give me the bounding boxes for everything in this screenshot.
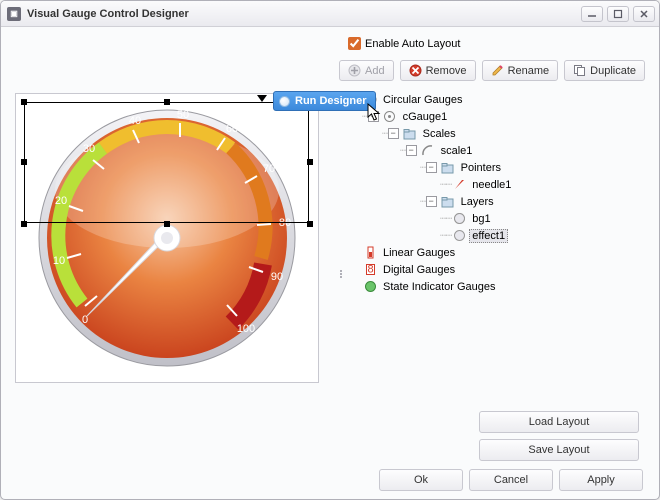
layer-icon: [452, 229, 466, 243]
linear-gauge-icon: [363, 246, 377, 260]
resize-handle-n[interactable]: [164, 99, 170, 105]
remove-icon: [409, 64, 422, 77]
run-designer-bullet-icon: [279, 96, 290, 107]
tree-node-layers[interactable]: ┈ − Layers: [348, 193, 643, 210]
tree-node-scale1[interactable]: ┈ − scale1: [348, 142, 643, 159]
svg-text:90: 90: [271, 271, 283, 283]
auto-layout-label: Enable Auto Layout: [365, 38, 460, 50]
preview-column: 0 10 20 30 40 50 60 70 80 90 100: [13, 87, 338, 461]
tree-node-needle1[interactable]: ┈┈ needle1: [348, 176, 643, 193]
folder-icon: [441, 161, 455, 175]
svg-text:8: 8: [367, 264, 373, 276]
ok-button[interactable]: Ok: [379, 469, 463, 491]
gauge-preview[interactable]: 0 10 20 30 40 50 60 70 80 90 100: [15, 93, 319, 383]
duplicate-icon: [573, 64, 586, 77]
resize-handle-se[interactable]: [307, 221, 313, 227]
tree-node-effect1[interactable]: ┈┈ effect1: [348, 227, 643, 244]
layout-buttons: Load Layout Save Layout: [348, 411, 643, 461]
resize-handle-w[interactable]: [21, 159, 27, 165]
add-button[interactable]: Add: [339, 60, 394, 81]
auto-layout-row: Enable Auto Layout: [348, 37, 647, 50]
circular-gauge-icon: [383, 110, 397, 124]
dialog-footer: Ok Cancel Apply: [13, 461, 647, 491]
tree-node-pointers[interactable]: ┈ − Pointers: [348, 159, 643, 176]
tree-node-state-indicator-gauges[interactable]: State Indicator Gauges: [348, 278, 643, 295]
resize-handle-sw[interactable]: [21, 221, 27, 227]
svg-text:10: 10: [53, 255, 65, 267]
load-layout-button[interactable]: Load Layout: [479, 411, 639, 433]
rename-button[interactable]: Rename: [482, 60, 559, 81]
expand-toggle[interactable]: −: [406, 145, 417, 156]
layer-icon: [452, 212, 466, 226]
duplicate-button[interactable]: Duplicate: [564, 60, 645, 81]
resize-handle-e[interactable]: [307, 159, 313, 165]
title-bar[interactable]: ▣ Visual Gauge Control Designer: [1, 1, 659, 27]
app-icon: ▣: [7, 7, 21, 21]
folder-icon: [403, 127, 417, 141]
pencil-icon: [491, 64, 504, 77]
expand-toggle[interactable]: −: [426, 196, 437, 207]
tree-node-bg1[interactable]: ┈┈ bg1: [348, 210, 643, 227]
designer-window: ▣ Visual Gauge Control Designer Enable A…: [0, 0, 660, 500]
svg-text:100: 100: [237, 323, 255, 335]
scale-icon: [421, 144, 435, 158]
tree-node-scales[interactable]: ┈ − Scales: [348, 125, 643, 142]
tree-node-linear-gauges[interactable]: Linear Gauges: [348, 244, 643, 261]
expand-toggle[interactable]: −: [368, 111, 379, 122]
tree-node-digital-gauges[interactable]: 8 Digital Gauges: [348, 261, 643, 278]
tree-node-cgauge1[interactable]: ┈ − cGauge1: [348, 108, 643, 125]
selected-node-label: effect1: [469, 229, 508, 243]
selection-rect[interactable]: [24, 102, 309, 223]
needle-icon: [452, 178, 466, 192]
minimize-button[interactable]: [581, 6, 603, 22]
maximize-button[interactable]: [607, 6, 629, 22]
remove-button[interactable]: Remove: [400, 60, 476, 81]
close-button[interactable]: [633, 6, 655, 22]
plus-icon: [348, 64, 361, 77]
folder-icon: [441, 195, 455, 209]
element-tree[interactable]: − Circular Gauges ┈ − cGauge1 ┈ −: [348, 87, 643, 401]
auto-layout-checkbox[interactable]: [348, 37, 361, 50]
resize-handle-s[interactable]: [164, 221, 170, 227]
expand-toggle[interactable]: −: [388, 128, 399, 139]
apply-button[interactable]: Apply: [559, 469, 643, 491]
run-designer-tooltip[interactable]: Run Designer: [273, 91, 376, 111]
cancel-button[interactable]: Cancel: [469, 469, 553, 491]
smart-tag-icon[interactable]: [257, 95, 267, 102]
tree-column: − Circular Gauges ┈ − cGauge1 ┈ −: [344, 87, 647, 461]
toolbar: Add Remove Rename Duplicate: [13, 60, 647, 81]
tree-node-circular-gauges[interactable]: − Circular Gauges: [348, 91, 643, 108]
digital-gauge-icon: 8: [363, 263, 377, 277]
window-title: Visual Gauge Control Designer: [27, 8, 577, 20]
content-area: Enable Auto Layout Add Remove Rename Dup…: [1, 27, 659, 499]
expand-toggle[interactable]: −: [426, 162, 437, 173]
state-indicator-icon: [363, 280, 377, 294]
save-layout-button[interactable]: Save Layout: [479, 439, 639, 461]
resize-handle-nw[interactable]: [21, 99, 27, 105]
